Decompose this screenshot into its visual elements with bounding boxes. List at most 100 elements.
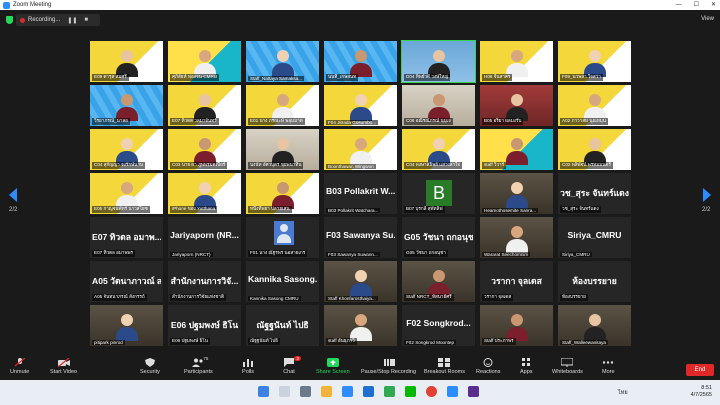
file-explorer-icon[interactable] [321, 386, 332, 397]
participant-tile[interactable]: staff วิวาร์ [479, 128, 554, 171]
whiteboards-button[interactable]: Whiteboards [552, 357, 583, 375]
participant-tile[interactable]: C06 อณิรณ์ภรณ์ นุบุเจ [401, 84, 476, 127]
participant-tile[interactable]: Staff_Nattaya Samaksa... [245, 40, 320, 83]
participant-video [505, 314, 528, 341]
participant-tile[interactable]: pitipark pinrod [89, 304, 164, 347]
participant-tile[interactable]: Kannika Sasong... Kannika Sasong CMRU [245, 260, 320, 303]
participant-tile[interactable]: E09 ดารุส สมศรี [89, 40, 164, 83]
line-app-icon[interactable] [405, 386, 416, 397]
system-clock[interactable]: 8:51 4/7/2565 [691, 385, 712, 399]
participant-display-name: ณัฐฐนันท์ ไปธิ [256, 320, 309, 330]
more-button[interactable]: More [602, 358, 615, 375]
participant-tile[interactable]: ณัฐฐนันท์ ไปธิ ณัฐฐนันท์ ไปธิ [245, 304, 320, 347]
close-button[interactable]: ✕ [711, 0, 716, 10]
word-icon[interactable] [363, 386, 374, 397]
polls-button[interactable]: Polls [242, 358, 254, 375]
participant-tile[interactable]: E01 นาง ภรณะษ์ พลุมมาต [245, 84, 320, 127]
participant-tile[interactable]: C03 นาย ผา ภูพพรมคเปี้ยร์ [167, 128, 242, 171]
participant-tile[interactable]: C02 พลิพัจน์ พรหมมนตรี [557, 128, 632, 171]
participant-tile[interactable]: F09_นวพลา ใจสว่า [557, 40, 632, 83]
participant-tile[interactable]: สำนักงานการวิจั... สำนักงานการวิจัยแห่งชา… [167, 260, 242, 303]
app-icon[interactable] [468, 386, 479, 397]
participant-tile[interactable]: C04 สุกัญญา จงรักษ์นาน [89, 128, 164, 171]
end-meeting-button[interactable]: End [686, 364, 714, 376]
participant-tile[interactable]: E05 กาญจนพัทร์ นาวสโยช [89, 172, 164, 215]
participant-tile[interactable]: Heamothosemite Sanra... [479, 172, 554, 215]
participant-display-name: Siriya_CMRU [567, 230, 622, 240]
security-shield-icon[interactable] [6, 16, 13, 24]
participant-video [271, 50, 294, 77]
participant-tile[interactable]: วิรยาภรณ์_นาลอ [89, 84, 164, 127]
view-button[interactable]: View [701, 16, 714, 22]
next-page-arrow-icon[interactable] [703, 188, 711, 202]
participant-tile[interactable]: ห้องบรรยาย ห้องบรรยาย [557, 260, 632, 303]
participant-tile[interactable]: B03 Pollakrit W... B03 Pollakrit Watchara… [323, 172, 398, 215]
edge-icon[interactable] [447, 386, 458, 397]
reactions-button[interactable]: Reactions [476, 358, 500, 375]
participant-tile[interactable]: A02 ภาวาสม นุณหมุน [557, 84, 632, 127]
participant-tile[interactable]: นนทิ์_เกษสนท [323, 40, 398, 83]
unmute-button[interactable]: Unmute [10, 357, 29, 375]
participant-tile[interactable]: B B07 บุรกลี สุพัทลิฟ [401, 172, 476, 215]
participant-display-name: F03 Sawanya Su... [326, 230, 395, 240]
participant-tile[interactable]: F02 Songkrod... F02 Songkrod Moontep [401, 304, 476, 347]
participant-tile[interactable]: staff อันธุภาวิ [323, 304, 398, 347]
participant-tile[interactable]: F04 Jitrada Gosumbo... [323, 84, 398, 127]
participant-name-label: C04 สุกัญญา จงรักษ์นาน [92, 162, 146, 169]
task-view-icon[interactable] [300, 386, 311, 397]
pause-recording-icon[interactable]: ❚❚ [67, 17, 77, 24]
search-icon[interactable] [279, 386, 290, 397]
participant-tile[interactable]: Siriya_CMRU Siriya_CMRU [557, 216, 632, 259]
participant-tile[interactable]: G05 วัชนา ถกอนุชา G05 วัชนา ถกอนุชา [401, 216, 476, 259]
participant-tile[interactable]: E07 ทิวตต วลมาจันทร์ [167, 84, 242, 127]
participant-tile[interactable]: วรากา จุลเดส วรากา จุลเดส [479, 260, 554, 303]
maximize-button[interactable]: ☐ [694, 0, 699, 10]
breakout-rooms-button[interactable]: Breakout Rooms [424, 358, 465, 375]
participant-tile[interactable]: วช_สุระ จันทร์แดง วช_สุระ จันทร์แดง [557, 172, 632, 215]
input-language[interactable]: ไทย [618, 389, 628, 397]
participant-tile[interactable]: F01 นาง ณัฐรพร นอสายเกร [245, 216, 320, 259]
start-menu-icon[interactable] [258, 386, 269, 397]
minimize-button[interactable]: — [676, 0, 682, 10]
participant-tile[interactable]: E06 ปฐมพงษ์ ธิโน E06 ปฐมพงษ์ ธิโน [167, 304, 242, 347]
participant-tile[interactable]: F03 Sawanya Su... F03 Sawanya Suwann... [323, 216, 398, 259]
participant-tile[interactable]: Boonthawan Wingwon [323, 128, 398, 171]
participant-tile[interactable]: Staff ประภาพร [479, 304, 554, 347]
participant-tile[interactable]: D04 ทิพย์วดี วงษ์ใหญ่ [401, 40, 476, 83]
participant-tile[interactable]: B05 อริยา ผลมงรับ [479, 84, 554, 127]
chrome-icon[interactable] [426, 386, 437, 397]
pause-stop-recording-button[interactable]: Pause/Stop Recording [361, 358, 416, 375]
participant-tile[interactable]: A05 วัตนาภาวณ์ ส... A05 จันทนาภรณ์ สังกรร… [89, 260, 164, 303]
chat-badge: 2 [294, 356, 301, 361]
participant-display-name: Jariyaporn (NR... [170, 230, 239, 240]
participant-tile[interactable]: Wararat Seechomnim [479, 216, 554, 259]
meeting-topbar: Recording... ❚❚ ■ View [0, 10, 720, 30]
clock-date: 4/7/2565 [690, 392, 712, 398]
participant-tile[interactable]: Jariyaporn (NR... Jariyaporn (NRCT) [167, 216, 242, 259]
participant-name-label: Jariyaporn (NRCT) [170, 252, 213, 257]
participant-name-label: F01 นาง ณัฐรพร นอสายเกร [248, 250, 308, 257]
chat-button[interactable]: 2 Chat [283, 356, 301, 375]
share-screen-button[interactable]: Share Screen [316, 358, 350, 375]
participant-tile[interactable]: นงนัท อัศวบุตร ขุยพนาทิน [245, 128, 320, 171]
participant-tile[interactable]: Staff Khonfarosthaiya... [323, 260, 398, 303]
start-video-button[interactable]: Start Video [50, 357, 77, 375]
previous-page-arrow-icon[interactable] [9, 188, 17, 202]
participant-name-label: C04 พงษาสัธิพย์ แสวงสาใจ [404, 162, 463, 169]
participant-tile[interactable]: Staff NRCT_หัสนาย์ศรี [401, 260, 476, 303]
participant-tile[interactable]: E07 ทิวตล อมาพ... E07 ทิวตล อมาพพร [89, 216, 164, 259]
excel-icon[interactable] [384, 386, 395, 397]
participants-button[interactable]: 75 Participants [184, 356, 213, 375]
participant-display-name: A05 วัตนาภาวณ์ ส... [92, 276, 161, 286]
participant-tile[interactable]: หนึ่งทีพยา ปลายเสน [245, 172, 320, 215]
participant-tile[interactable]: H06 จีนสาคร [479, 40, 554, 83]
security-button[interactable]: Security [140, 358, 160, 375]
participant-tile[interactable]: C04 พงษาสัธิพย์ แสวงสาใจ [401, 128, 476, 171]
stop-recording-icon[interactable]: ■ [84, 17, 88, 23]
participant-tile[interactable]: iPhone ของ Yutthana [167, 172, 242, 215]
participant-tile[interactable]: Staff_Walleewanitaya [557, 304, 632, 347]
apps-button[interactable]: Apps [520, 358, 533, 375]
participant-video [349, 94, 372, 121]
participant-tile[interactable]: ศุภิสัยห์ ฟองจน-CMRU [167, 40, 242, 83]
zoom-app-icon[interactable] [342, 386, 353, 397]
